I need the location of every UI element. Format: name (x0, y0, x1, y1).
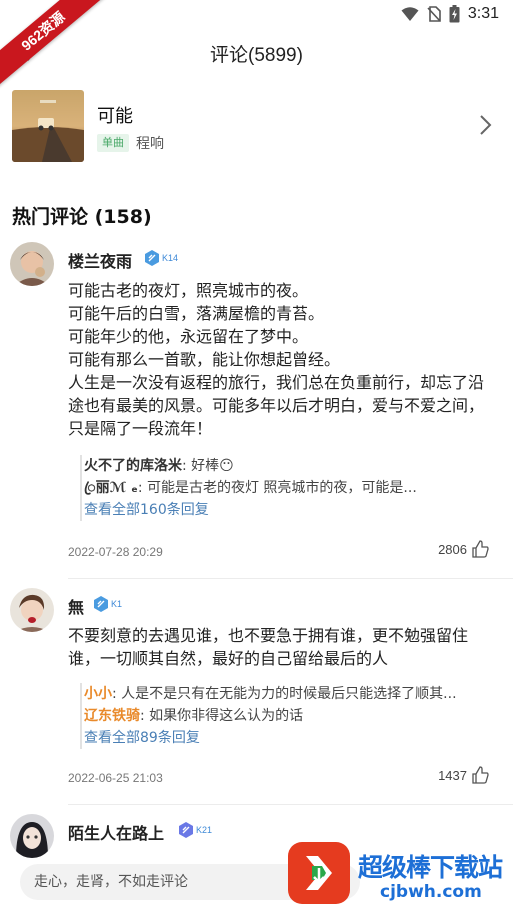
divider (68, 804, 513, 805)
reply-colon: : (137, 480, 147, 496)
like-count: 1437 (438, 767, 467, 783)
view-all-replies-link[interactable]: 查看全部160条回复 (84, 499, 500, 521)
reply-text: 人是不是只有在无能为力的时候最后只能选择了顺其... (121, 686, 457, 702)
wifi-icon (401, 7, 419, 21)
song-artist[interactable]: 程响 (136, 133, 164, 153)
reply-line[interactable]: 辽东铁骑: 如果你非得这么认为的话 (84, 705, 500, 727)
reply-box[interactable]: 火不了的库洛米: 好棒😶 ꦿ丽ℳ ₑ: 可能是古老的夜灯 照亮城市的夜，可能是.… (80, 455, 500, 521)
thumbs-up-icon[interactable] (471, 766, 489, 784)
hot-comments-heading: 热门评论 (158) (12, 206, 152, 228)
level-text: K14 (162, 253, 179, 263)
like-button[interactable]: 2806 (438, 540, 489, 558)
reply-colon: : (182, 458, 192, 474)
level-badge: K21 (177, 821, 212, 839)
avatar[interactable] (10, 242, 54, 286)
corner-watermark: 962资源 (0, 0, 110, 110)
reply-author[interactable]: 辽东铁骑 (84, 708, 140, 724)
comment-username[interactable]: 楼兰夜雨 (68, 248, 132, 272)
comment-body: 不要刻意的去遇见谁，也不要急于拥有谁，更不勉强留住谁，一切顺其自然，最好的自己留… (68, 626, 469, 668)
level-hex-icon (145, 250, 159, 266)
reply-author[interactable]: 火不了的库洛米 (84, 458, 182, 474)
avatar[interactable] (10, 814, 54, 858)
site-logo-icon (288, 842, 350, 904)
level-text: K21 (196, 825, 213, 835)
comment-time: 2022-07-28 20:29 (68, 545, 163, 559)
reply-line[interactable]: ꦿ丽ℳ ₑ: 可能是古老的夜灯 照亮城市的夜，可能是... (84, 477, 500, 499)
site-watermark-title: 超级棒下载站 (358, 853, 503, 882)
comment-username[interactable]: 陌生人在路上 (68, 820, 164, 844)
comment-item: 楼兰夜雨 K14 可能古老的夜灯，照亮城市的夜。 可能午后的白雪，落满屋檐的青苔… (0, 240, 513, 580)
like-count: 2806 (438, 541, 467, 557)
level-badge: K14 (143, 249, 178, 267)
comment-time: 2022-06-25 21:03 (68, 771, 163, 785)
reply-author[interactable]: 小小 (84, 686, 112, 702)
reply-text: 可能是古老的夜灯 照亮城市的夜，可能是... (146, 480, 417, 496)
site-watermark: 超级棒下载站 cjbwh.com (288, 840, 513, 912)
like-button[interactable]: 1437 (438, 766, 489, 784)
reply-text: 如果你非得这么认为的话 (149, 708, 304, 724)
level-text: K1 (111, 599, 123, 609)
song-type-badge: 单曲 (97, 134, 129, 152)
comment-username[interactable]: 無 (68, 594, 84, 618)
site-watermark-url: cjbwh.com (380, 882, 482, 902)
comment-body: 可能古老的夜灯，照亮城市的夜。 可能午后的白雪，落满屋檐的青苔。 可能年少的他，… (68, 281, 485, 438)
reply-colon: : (140, 708, 150, 724)
reply-line[interactable]: 小小: 人是不是只有在无能为力的时候最后只能选择了顺其... (84, 683, 500, 705)
reply-box[interactable]: 小小: 人是不是只有在无能为力的时候最后只能选择了顺其... 辽东铁骑: 如果你… (80, 683, 500, 749)
thumbs-up-icon[interactable] (471, 540, 489, 558)
view-all-replies-link[interactable]: 查看全部89条回复 (84, 727, 500, 749)
reply-text: 好棒😶 (191, 458, 234, 474)
comment-item: 無 K1 不要刻意的去遇见谁，也不要急于拥有谁，更不勉强留住谁，一切顺其自然，最… (0, 588, 513, 808)
reply-author[interactable]: ꦿ丽ℳ ₑ (84, 480, 138, 496)
status-time: 3:31 (467, 5, 499, 22)
level-badge: K1 (92, 595, 122, 613)
reply-line[interactable]: 火不了的库洛米: 好棒😶 (84, 455, 500, 477)
battery-icon (449, 5, 460, 23)
status-icons: 3:31 (401, 5, 499, 23)
chevron-right-icon[interactable] (479, 114, 493, 136)
avatar[interactable] (10, 588, 54, 632)
corner-watermark-text: 962资源 (0, 0, 109, 90)
level-hex-icon (94, 596, 108, 612)
no-sim-icon (427, 6, 441, 22)
divider (68, 578, 513, 579)
level-hex-icon (179, 822, 193, 838)
reply-colon: : (112, 686, 122, 702)
